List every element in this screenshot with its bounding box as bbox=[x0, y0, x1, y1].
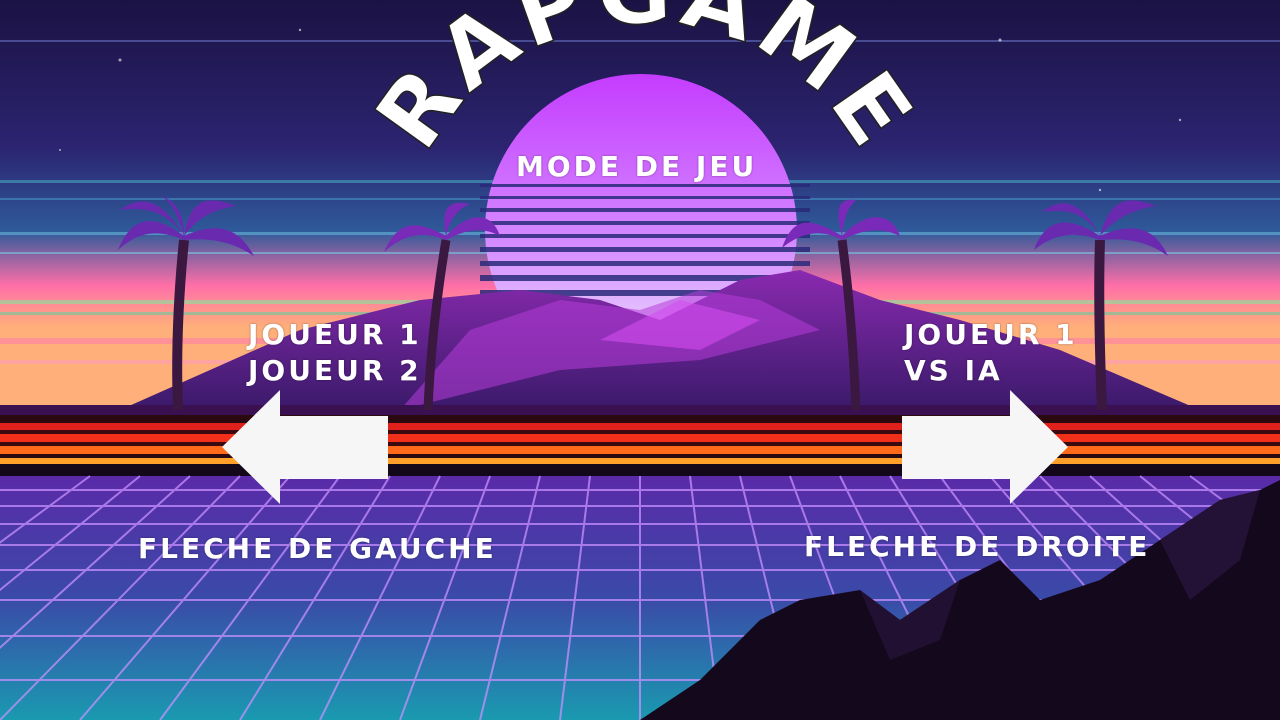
left-option-line2: JOUEUR 2 bbox=[248, 354, 422, 387]
synthwave-background bbox=[0, 0, 1280, 720]
arrow-right-icon[interactable] bbox=[902, 390, 1068, 504]
game-screen: RAPGAME MODE DE JEU JOUEUR 1 JOUEUR 2 JO… bbox=[0, 0, 1280, 720]
arrow-left-icon[interactable] bbox=[222, 390, 388, 504]
neon-stripes bbox=[0, 415, 1280, 476]
left-key-hint: FLECHE DE GAUCHE bbox=[138, 532, 497, 565]
right-option-line2: VS IA bbox=[904, 354, 1003, 387]
mode-heading: MODE DE JEU bbox=[516, 150, 758, 183]
right-option-line1: JOUEUR 1 bbox=[904, 318, 1078, 351]
left-option-line1: JOUEUR 1 bbox=[248, 318, 422, 351]
right-key-hint: FLECHE DE DROITE bbox=[804, 530, 1151, 563]
